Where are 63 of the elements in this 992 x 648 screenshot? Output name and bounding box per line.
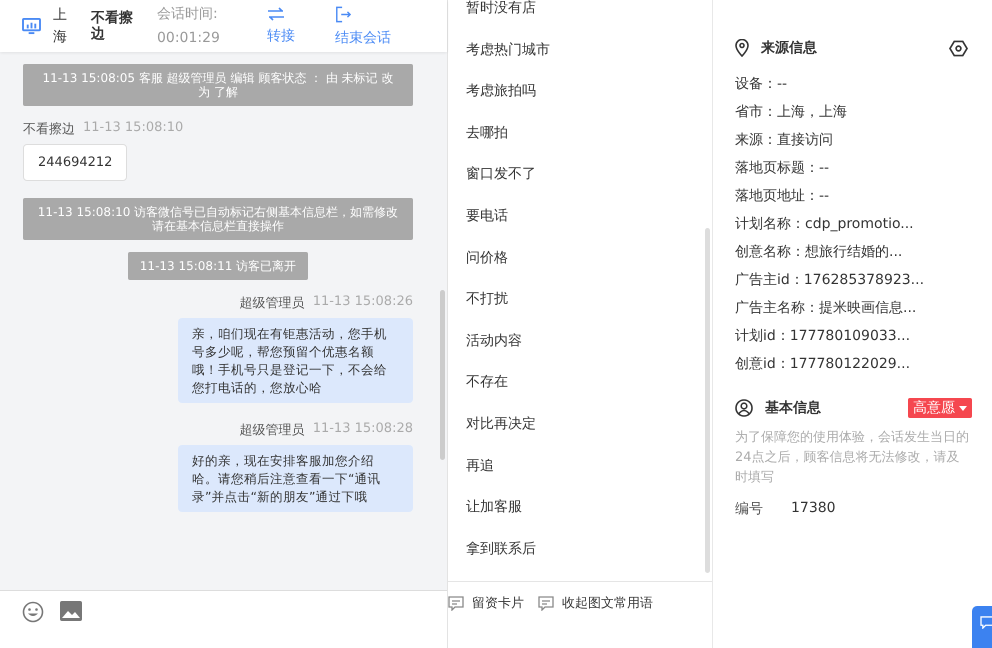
quick-reply-item[interactable]: 窗口发不了 [448,154,712,196]
info-line: 落地页标题：-- [735,159,830,178]
info-line: 计划名称：cdp_promotio... [735,215,914,234]
section-title: 来源信息 [761,39,817,57]
quick-reply-item[interactable]: 让加客服 [448,487,712,529]
field-label: 编号 [735,500,763,518]
message-time: 11-13 15:08:26 [312,294,413,311]
chat-icon [980,616,992,629]
info-line: 计划id：177780109033... [735,327,910,346]
info-line: 设备：-- [735,75,788,94]
message-time: 11-13 15:08:28 [312,421,413,438]
duration-value: 00:01:29 [157,29,221,48]
quick-reply-item[interactable]: 考虑旅拍吗 [448,71,712,113]
swap-arrows-icon [267,7,285,21]
intent-tag-dropdown[interactable]: 高意愿 [908,398,972,418]
duration-label: 会话时间: [157,5,219,24]
quick-reply-item[interactable]: 再追 [448,446,712,488]
sender-name: 不看擦边 [23,121,75,138]
info-line: 落地页地址：-- [735,187,830,206]
location-pin-icon [735,39,749,57]
quick-action-button[interactable]: 留资卡片 [448,594,524,612]
settings-icon[interactable] [949,40,968,56]
quick-action-button[interactable]: 收起图文常用语 [538,594,653,612]
quick-reply-item[interactable]: 拿到联系后 [448,528,712,570]
scrollbar[interactable] [705,228,710,573]
section-title: 基本信息 [765,399,821,417]
exit-icon [335,6,351,22]
system-message: 11-13 15:08:05 客服 超级管理员 编辑 顾客状态 ： 由 未标记 改为 了解 [23,64,413,106]
info-line: 省市：上海，上海 [735,103,847,122]
image-icon[interactable] [60,601,82,621]
quick-reply-item[interactable]: 不打扰 [448,279,712,321]
scrollbar[interactable] [440,290,445,460]
visitor-name: 不看擦边 [91,10,134,42]
quick-reply-item[interactable]: 不存在 [448,362,712,404]
message-icon [448,596,464,610]
monitor-icon [22,18,41,34]
quick-reply-item[interactable]: 问价格 [448,238,712,280]
quick-reply-item[interactable]: 活动内容 [448,320,712,362]
quick-reply-item[interactable]: 去哪拍 [448,112,712,154]
emoji-icon[interactable] [22,601,44,623]
field-value: 17380 [791,500,836,518]
system-message: 11-13 15:08:10 访客微信号已自动标记右侧基本信息栏，如需修改请在基本信息栏直接操作 [23,198,413,240]
message-icon [538,596,554,610]
quick-reply-item[interactable]: 要电话 [448,196,712,238]
message-time: 11-13 15:08:10 [83,120,184,137]
quick-reply-item[interactable]: 暂时没有店 [448,0,712,30]
user-icon [735,399,753,417]
agent-message: 好的亲，现在安排客服加您介绍哈。请您稍后注意查看一下“通讯录”并点击“新的朋友”通过下哦 [178,445,413,512]
visitor-message: 244694212 [23,144,128,181]
info-line: 创意名称：想旅行结婚的... [735,243,902,262]
info-line: 广告主id：176285378923... [735,271,924,290]
quick-reply-item[interactable]: 考虑热门城市 [448,30,712,72]
sender-name: 超级管理员 [240,422,305,439]
info-line: 来源：直接访问 [735,131,833,150]
visitor-location: 上海 [53,6,68,47]
system-message: 11-13 15:08:11 访客已离开 [128,252,308,280]
info-line: 创意id：177780122029... [735,355,910,374]
agent-message: 亲，咱们现在有钜惠活动，您手机号多少呢，帮您预留个优惠名额哦！手机号只是登记一下，不会给您打电话的，您放心哈 [178,318,413,403]
sender-name: 超级管理员 [240,295,305,312]
notice-text: 为了保障您的使用体验，会话发生当日的24点之后，顾客信息将无法修改，请及时填写 [735,429,970,487]
caret-icon [959,406,967,410]
info-line: 广告主名称：提米映画信息... [735,299,916,318]
quick-reply-item[interactable]: 对比再决定 [448,404,712,446]
